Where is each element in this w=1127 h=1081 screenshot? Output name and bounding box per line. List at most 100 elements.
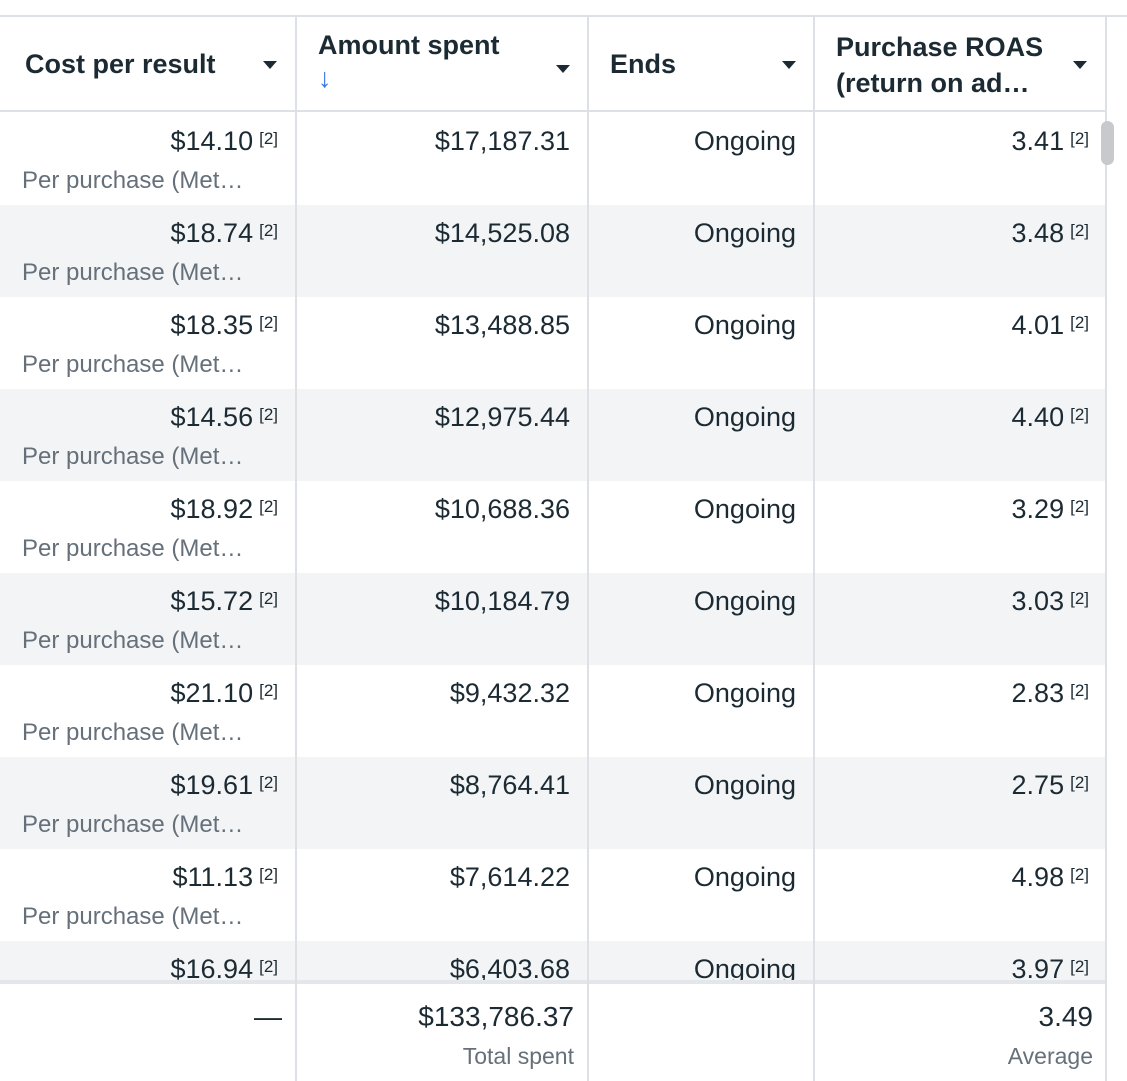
purchase-roas-value: 3.97 [2]	[1012, 953, 1089, 980]
cell-ends: Ongoing	[590, 389, 814, 481]
table-row[interactable]: $16.94[2]Per purchase (Met…$6,403.68Ongo…	[0, 941, 1107, 980]
ends-value: Ongoing	[693, 586, 796, 616]
summary-amount-total: $133,786.37	[418, 1001, 574, 1032]
footnote-marker[interactable]: [2]	[259, 129, 278, 148]
ends-dropdown-caret-icon[interactable]	[782, 61, 796, 69]
table-row[interactable]: $19.61 [2] Per purchase (Met… $8,764.41 Ongo…	[0, 757, 1107, 849]
footnote-marker[interactable]: [2]	[1070, 773, 1089, 792]
cell-purchase-roas: 2.83 [2]	[816, 665, 1107, 757]
table-row[interactable]: $15.72 [2] Per purchase (Met… $10,184.79 Ong…	[0, 573, 1107, 665]
cell-amount-spent: $13,488.85	[298, 297, 588, 389]
table-row[interactable]: $21.10 [2] Per purchase (Met… $9,432.32 Ongo…	[0, 665, 1107, 757]
ends-value: Ongoing	[693, 218, 796, 248]
cost-value-text: $11.13	[172, 862, 254, 892]
footnote-marker[interactable]: [2]	[1070, 589, 1089, 608]
sort-descending-arrow-icon[interactable]: ↓	[318, 63, 500, 93]
vertical-scrollbar-thumb[interactable]	[1101, 121, 1114, 165]
column-header-purchase-roas[interactable]: Purchase ROAS (return on ad…	[816, 17, 1107, 110]
column-header-purchase-roas-label-line2: (return on ad…	[836, 68, 1030, 98]
column-divider	[813, 17, 815, 1081]
cell-cost-per-result: $16.94[2]Per purchase (Met…	[0, 941, 296, 980]
column-header-ends-label: Ends	[610, 48, 677, 79]
roas-value-text: 3.48	[1011, 218, 1065, 248]
cell-cost-per-result: $19.61 [2] Per purchase (Met…	[0, 757, 296, 849]
cost-value-text: $19.61	[170, 770, 254, 800]
footnote-marker[interactable]: [2]	[1070, 405, 1089, 424]
cell-amount-spent: $9,432.32	[298, 665, 588, 757]
table-row[interactable]: $11.13 [2] Per purchase (Met… $7,614.22 Ongo…	[0, 849, 1107, 941]
ends-value: Ongoing	[693, 126, 796, 156]
cost-per-result-value: $16.94 [2]	[171, 953, 279, 980]
roas-value-text: 3.97	[1011, 954, 1065, 980]
cost-per-result-dropdown-caret-icon[interactable]	[263, 61, 277, 69]
cost-per-result-label: Per purchase (Met…	[22, 535, 244, 562]
column-header-ends[interactable]: Ends	[590, 17, 814, 110]
column-divider	[1105, 17, 1107, 1081]
cell-cost-per-result: $11.13 [2] Per purchase (Met…	[0, 849, 296, 941]
roas-value-text: 4.01	[1011, 310, 1065, 340]
cost-per-result-label: Per purchase (Met…	[22, 811, 244, 838]
cost-value-text: $16.94	[170, 954, 254, 980]
cell-purchase-roas: 4.01 [2]	[816, 297, 1107, 389]
cell-cost-per-result: $15.72 [2] Per purchase (Met…	[0, 573, 296, 665]
cell-cost-per-result: $18.35 [2] Per purchase (Met…	[0, 297, 296, 389]
footnote-marker[interactable]: [2]	[1070, 129, 1089, 148]
footnote-marker[interactable]: [2]	[1070, 681, 1089, 700]
cell-purchase-roas: 3.41 [2]	[816, 113, 1107, 205]
cell-ends: Ongoing	[590, 113, 814, 205]
ends-value: Ongoing	[693, 402, 796, 432]
footnote-marker[interactable]: [2]	[259, 405, 278, 424]
footnote-marker[interactable]: [2]	[1070, 313, 1089, 332]
table-row[interactable]: $18.74 [2] Per purchase (Met… $14,525.08 Ong…	[0, 205, 1107, 297]
cell-purchase-roas: 3.48 [2]	[816, 205, 1107, 297]
footnote-marker[interactable]: [2]	[259, 957, 278, 976]
cell-cost-per-result: $18.74 [2] Per purchase (Met…	[0, 205, 296, 297]
ads-table: Cost per result Amount spent ↓ Ends Purc…	[0, 0, 1127, 1081]
cost-per-result-label: Per purchase (Met…	[22, 259, 244, 286]
cell-amount-spent: $12,975.44	[298, 389, 588, 481]
cell-amount-spent: $17,187.31	[298, 113, 588, 205]
amount-spent-value: $14,525.08	[434, 218, 570, 248]
footnote-marker[interactable]: [2]	[1070, 221, 1089, 240]
column-header-amount-spent-label: Amount spent	[318, 30, 500, 60]
table-row[interactable]: $18.92 [2] Per purchase (Met… $10,688.36 Ong…	[0, 481, 1107, 573]
footnote-marker[interactable]: [2]	[259, 865, 278, 884]
cell-amount-spent: $6,403.68	[298, 941, 588, 980]
cost-per-result-value: $19.61 [2]	[171, 769, 279, 801]
cell-cost-per-result: $21.10 [2] Per purchase (Met…	[0, 665, 296, 757]
footnote-marker[interactable]: [2]	[1070, 865, 1089, 884]
footnote-marker[interactable]: [2]	[1070, 957, 1089, 976]
table-row[interactable]: $18.35 [2] Per purchase (Met… $13,488.85 Ong…	[0, 297, 1107, 389]
cell-purchase-roas: 3.03 [2]	[816, 573, 1107, 665]
cell-ends: Ongoing	[590, 297, 814, 389]
purchase-roas-dropdown-caret-icon[interactable]	[1073, 61, 1087, 69]
cell-ends: Ongoing	[590, 205, 814, 297]
footnote-marker[interactable]: [2]	[259, 589, 278, 608]
footnote-marker[interactable]: [2]	[1070, 497, 1089, 516]
ends-value: Ongoing	[693, 494, 796, 524]
roas-value-text: 4.98	[1011, 862, 1065, 892]
cost-per-result-value: $18.92 [2]	[171, 493, 279, 525]
cell-amount-spent: $7,614.22	[298, 849, 588, 941]
amount-spent-value: $6,403.68	[449, 954, 570, 980]
amount-spent-dropdown-caret-icon[interactable]	[556, 65, 570, 73]
roas-value-text: 2.75	[1011, 770, 1065, 800]
summary-purchase-roas: 3.49 Average	[816, 984, 1107, 1081]
table-row[interactable]: $14.10 [2] Per purchase (Met… $17,187.31 Ong…	[0, 113, 1107, 205]
amount-spent-value: $13,488.85	[434, 310, 570, 340]
footnote-marker[interactable]: [2]	[259, 221, 278, 240]
amount-spent-value: $10,184.79	[434, 586, 570, 616]
footnote-marker[interactable]: [2]	[259, 681, 278, 700]
cost-per-result-label: Per purchase (Met…	[22, 167, 244, 194]
cell-cost-per-result: $14.10 [2] Per purchase (Met…	[0, 113, 296, 205]
footnote-marker[interactable]: [2]	[259, 497, 278, 516]
footnote-marker[interactable]: [2]	[259, 313, 278, 332]
table-row[interactable]: $14.56 [2] Per purchase (Met… $12,975.44 Ong…	[0, 389, 1107, 481]
cost-per-result-value: $18.35 [2]	[171, 309, 279, 341]
footnote-marker[interactable]: [2]	[259, 773, 278, 792]
table-right-edge	[1107, 17, 1127, 1081]
purchase-roas-value: 4.40 [2]	[1012, 401, 1089, 433]
column-header-amount-spent[interactable]: Amount spent ↓	[298, 17, 588, 110]
column-header-cost-per-result[interactable]: Cost per result	[0, 17, 296, 110]
summary-cost-value: —	[254, 1001, 282, 1032]
